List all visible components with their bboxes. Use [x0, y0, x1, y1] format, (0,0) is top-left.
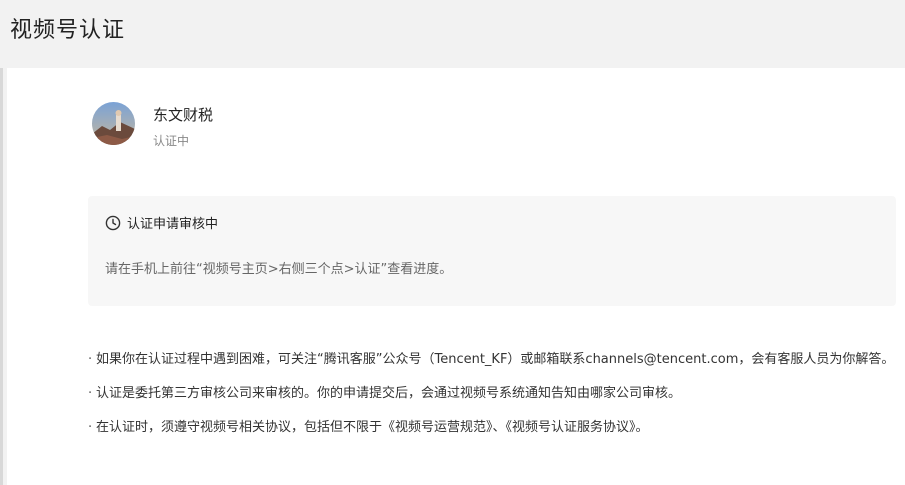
tip-item: 认证是委托第三方审核公司来审核的。你的申请提交后，会通过视频号系统通知告知由哪家… — [88, 384, 896, 404]
notice-text: 请在手机上前往“视频号主页>右侧三个点>认证”查看进度。 — [105, 262, 453, 277]
tips-list: 如果你在认证过程中遇到困难，可关注“腾讯客服”公众号（Tencent_KF）或邮… — [88, 350, 896, 452]
clock-icon — [105, 215, 121, 231]
account-name: 东文财税 — [153, 106, 214, 124]
account-status: 认证中 — [153, 134, 190, 148]
tip-item: 在认证时，须遵守视频号相关协议，包括但不限于《视频号运营规范》、《视频号认证服务… — [88, 418, 896, 438]
scrollbar[interactable] — [0, 68, 3, 485]
notice-header: 认证申请审核中 — [105, 213, 218, 232]
avatar — [92, 102, 135, 145]
avatar-image — [92, 102, 135, 145]
notice-title: 认证申请审核中 — [127, 217, 219, 232]
content-panel: 东文财税 认证中 认证申请审核中 请在手机上前往“视频号主页>右侧三个点>认证”… — [7, 68, 905, 485]
tip-item: 如果你在认证过程中遇到困难，可关注“腾讯客服”公众号（Tencent_KF）或邮… — [88, 350, 896, 370]
page-title: 视频号认证 — [10, 18, 126, 43]
review-notice: 认证申请审核中 请在手机上前往“视频号主页>右侧三个点>认证”查看进度。 — [88, 196, 896, 306]
